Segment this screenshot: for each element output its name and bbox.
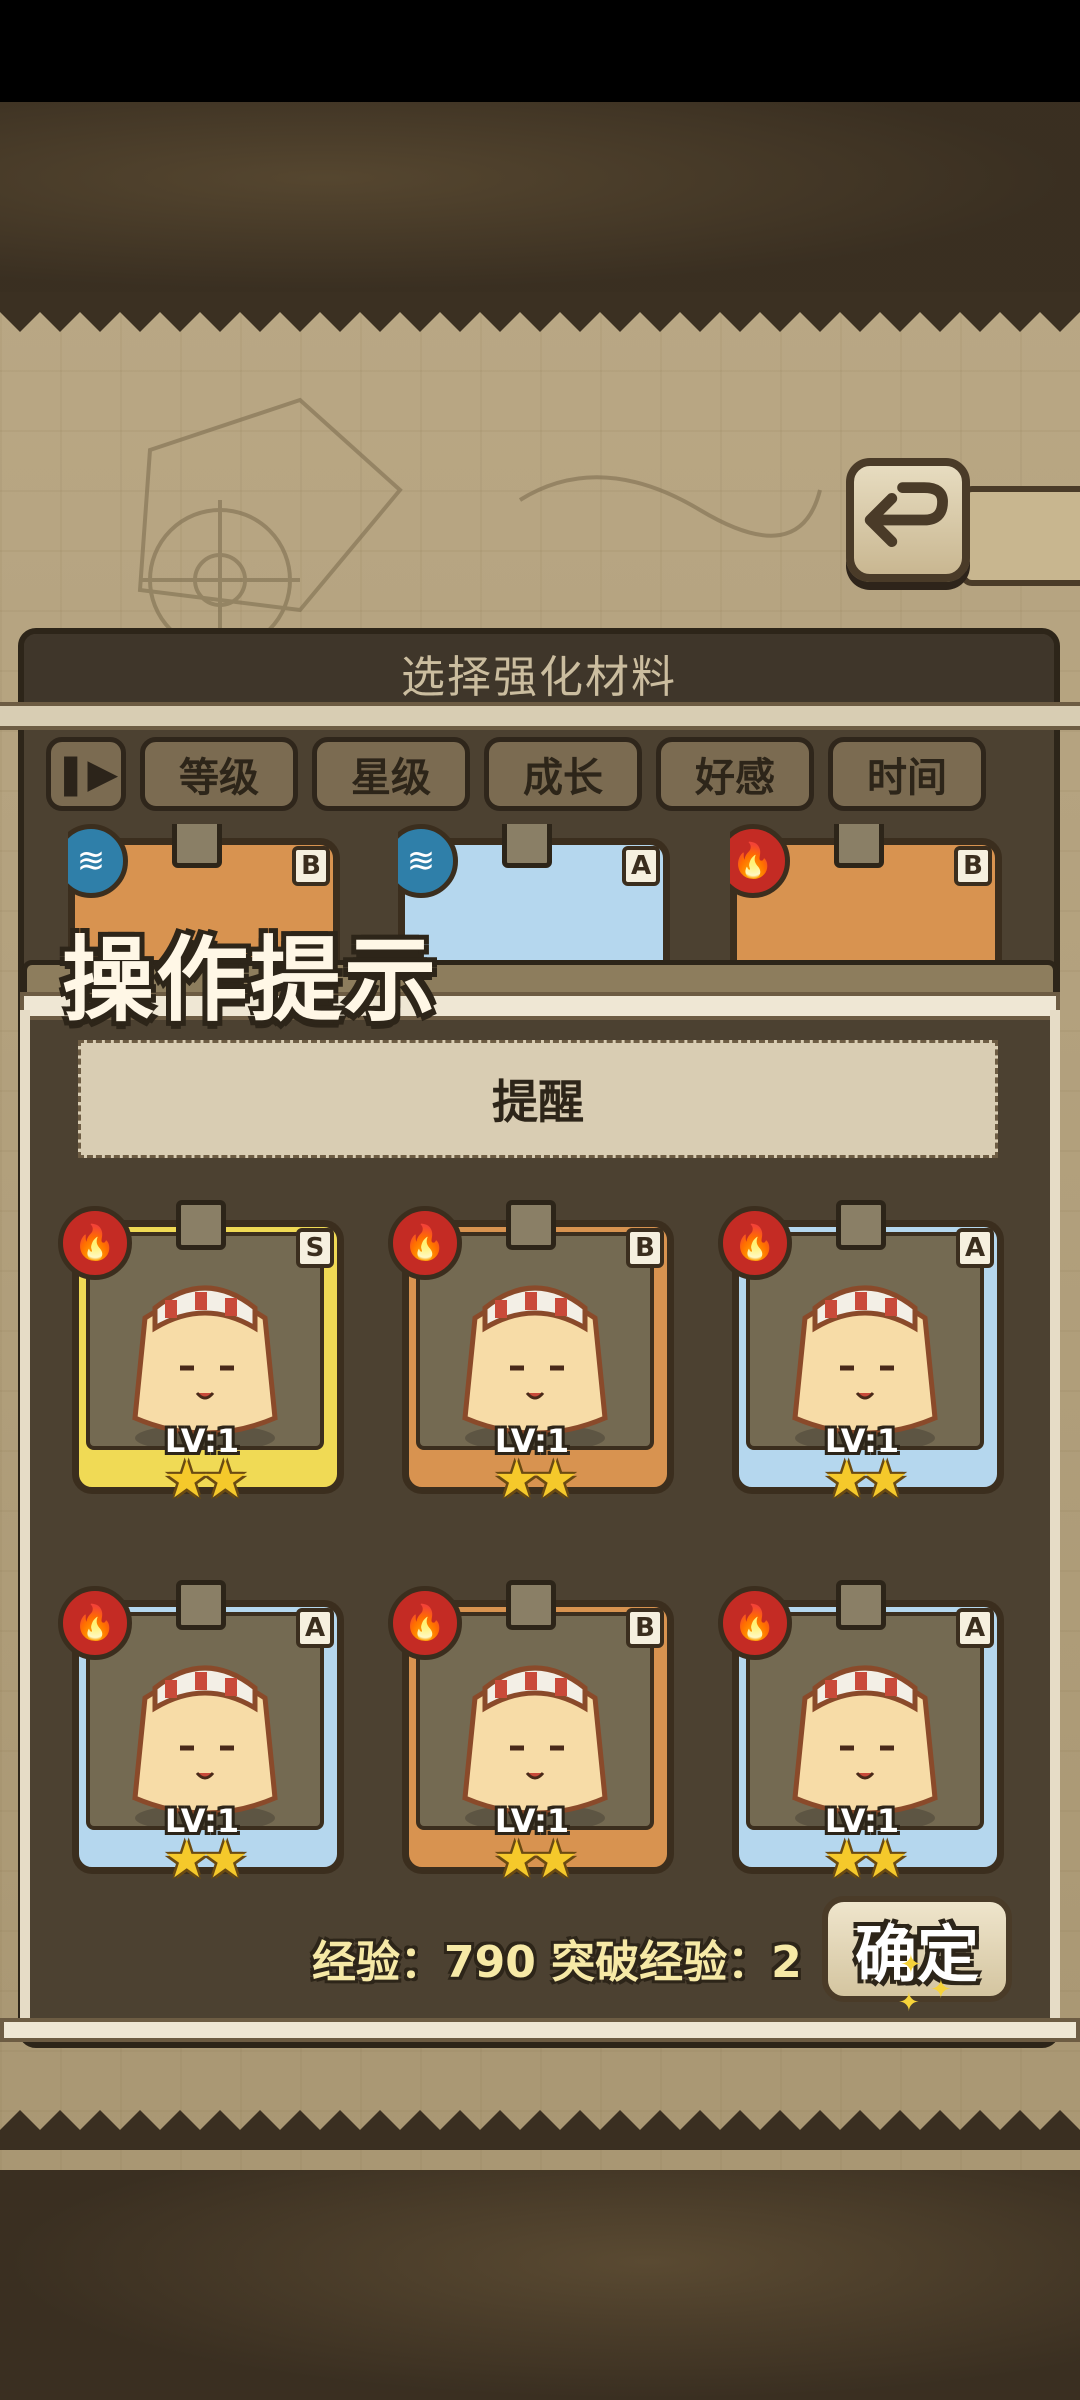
sparkle-icon: ✦ bbox=[898, 1988, 920, 2018]
exp-summary: 经验：790 突破经验：2 bbox=[312, 1937, 802, 1988]
sparkle-icon: ✦ bbox=[900, 1950, 922, 1980]
select-checkbox[interactable] bbox=[506, 1580, 556, 1630]
rarity-badge: B bbox=[292, 846, 330, 886]
rarity-badge: A bbox=[622, 846, 660, 886]
star-rating: ★★ bbox=[493, 1830, 578, 1890]
star-rating: ★★ bbox=[823, 1450, 908, 1510]
rarity-badge: B bbox=[954, 846, 992, 886]
map-background-bottom bbox=[0, 2170, 1080, 2400]
rarity-badge: S bbox=[296, 1228, 334, 1268]
dialog-message: 提醒 bbox=[78, 1040, 998, 1158]
star-rating: ★★ bbox=[163, 1450, 248, 1510]
dialog-title: 操作提示 bbox=[62, 926, 439, 1034]
material-card[interactable]: A 🔥 LV:1 ★★ bbox=[718, 1580, 1004, 1890]
select-checkbox[interactable] bbox=[502, 824, 552, 868]
back-arrow-icon bbox=[864, 482, 948, 547]
rarity-badge: B bbox=[626, 1228, 664, 1268]
filter-level-button[interactable]: 等级 bbox=[140, 737, 298, 811]
fire-icon: 🔥 bbox=[58, 1586, 132, 1660]
rarity-badge: B bbox=[626, 1608, 664, 1648]
material-card[interactable]: S 🔥 LV:1 ★★ bbox=[58, 1200, 344, 1510]
map-background-top bbox=[0, 102, 1080, 292]
star-rating: ★★ bbox=[493, 1450, 578, 1510]
filter-row: ❚▶ 等级 星级 成长 好感 时间 bbox=[46, 736, 1036, 812]
select-checkbox[interactable] bbox=[836, 1200, 886, 1250]
star-rating: ★★ bbox=[163, 1830, 248, 1890]
rarity-badge: A bbox=[956, 1608, 994, 1648]
sort-toggle-button[interactable]: ❚▶ bbox=[46, 737, 126, 811]
status-bar bbox=[0, 0, 1080, 102]
fire-icon: 🔥 bbox=[58, 1206, 132, 1280]
dialog-bottom-rail bbox=[0, 2018, 1080, 2042]
select-checkbox[interactable] bbox=[176, 1580, 226, 1630]
panel-title: 选择强化材料 bbox=[24, 634, 1054, 712]
material-card[interactable]: A 🔥 LV:1 ★★ bbox=[718, 1200, 1004, 1510]
rarity-badge: A bbox=[956, 1228, 994, 1268]
select-checkbox[interactable] bbox=[176, 1200, 226, 1250]
zigzag-edge-bottom bbox=[0, 2110, 1080, 2150]
back-button[interactable] bbox=[846, 458, 970, 582]
panel-rail bbox=[0, 702, 1080, 730]
filter-affinity-button[interactable]: 好感 bbox=[656, 737, 814, 811]
select-checkbox[interactable] bbox=[172, 824, 222, 868]
select-checkbox[interactable] bbox=[506, 1200, 556, 1250]
material-card[interactable]: A 🔥 LV:1 ★★ bbox=[58, 1580, 344, 1890]
material-card[interactable]: B 🔥 LV:1 ★★ bbox=[388, 1200, 674, 1510]
filter-star-button[interactable]: 星级 bbox=[312, 737, 470, 811]
filter-time-button[interactable]: 时间 bbox=[828, 737, 986, 811]
sort-icon: ❚▶ bbox=[53, 751, 119, 797]
zigzag-edge-top bbox=[0, 292, 1080, 332]
sparkle-icon: ✦ bbox=[930, 1975, 952, 2005]
card-partial-2[interactable]: A ≋ bbox=[398, 824, 670, 964]
confirm-button[interactable]: 确定 bbox=[822, 1896, 1012, 2002]
rarity-badge: A bbox=[296, 1608, 334, 1648]
card-partial-3[interactable]: B 🔥 bbox=[730, 824, 1002, 964]
select-checkbox[interactable] bbox=[836, 1580, 886, 1630]
material-card[interactable]: B 🔥 LV:1 ★★ bbox=[388, 1580, 674, 1890]
fire-icon: 🔥 bbox=[388, 1586, 462, 1660]
filter-growth-button[interactable]: 成长 bbox=[484, 737, 642, 811]
star-rating: ★★ bbox=[823, 1830, 908, 1890]
back-tab bbox=[960, 486, 1080, 586]
fire-icon: 🔥 bbox=[718, 1586, 792, 1660]
select-checkbox[interactable] bbox=[834, 824, 884, 868]
fire-icon: 🔥 bbox=[388, 1206, 462, 1280]
fire-icon: 🔥 bbox=[718, 1206, 792, 1280]
